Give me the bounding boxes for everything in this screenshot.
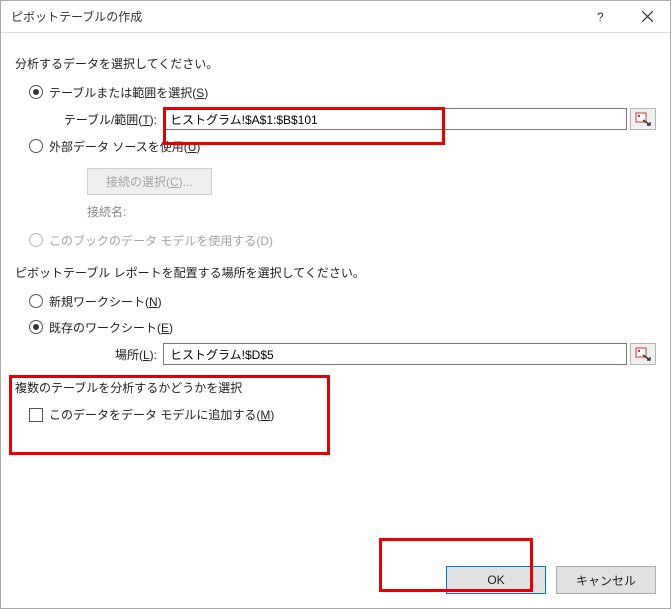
checkbox-add-to-model[interactable]: このデータをデータ モデルに追加する(M) xyxy=(29,406,656,423)
section-analyze-label: 分析するデータを選択してください。 xyxy=(15,55,656,72)
radio-datamodel-label: このブックのデータ モデルを使用する(D) xyxy=(49,232,273,249)
dialog-window: ピボットテーブルの作成 ? 分析するデータを選択してください。 テーブルまたは範… xyxy=(0,0,671,609)
radio-existing-ws-label: 既存のワークシート(E) xyxy=(49,319,173,336)
range-picker-button[interactable] xyxy=(630,108,656,130)
location-field-row: 場所(L): xyxy=(45,343,656,365)
table-range-field-row: テーブル/範囲(T): xyxy=(45,108,656,130)
table-range-label: テーブル/範囲(T): xyxy=(45,111,163,128)
location-input[interactable] xyxy=(163,343,627,365)
dialog-body: 分析するデータを選択してください。 テーブルまたは範囲を選択(S) テーブル/範… xyxy=(1,33,670,608)
radio-existing-worksheet[interactable]: 既存のワークシート(E) xyxy=(29,317,656,337)
checkbox-icon xyxy=(29,408,43,422)
radio-table-or-range[interactable]: テーブルまたは範囲を選択(S) xyxy=(29,82,656,102)
radio-external-source[interactable]: 外部データ ソースを使用(U) xyxy=(29,136,656,156)
radio-icon xyxy=(29,139,43,153)
help-button[interactable]: ? xyxy=(578,1,624,33)
radio-new-worksheet[interactable]: 新規ワークシート(N) xyxy=(29,291,656,311)
radio-icon xyxy=(29,294,43,308)
ok-button[interactable]: OK xyxy=(446,566,546,594)
location-label: 場所(L): xyxy=(45,346,163,363)
radio-icon xyxy=(29,320,43,334)
radio-icon xyxy=(29,85,43,99)
cancel-button[interactable]: キャンセル xyxy=(556,566,656,594)
radio-external-label: 外部データ ソースを使用(U) xyxy=(49,138,200,155)
section-multi-label: 複数のテーブルを分析するかどうかを選択 xyxy=(15,379,656,396)
window-title: ピボットテーブルの作成 xyxy=(1,8,578,25)
close-button[interactable] xyxy=(624,1,670,33)
radio-icon xyxy=(29,233,43,247)
checkbox-add-model-label: このデータをデータ モデルに追加する(M) xyxy=(49,406,274,423)
radio-table-range-label: テーブルまたは範囲を選択(S) xyxy=(49,84,208,101)
section-place-label: ピボットテーブル レポートを配置する場所を選択してください。 xyxy=(15,264,656,281)
choose-connection-button: 接続の選択(C)... xyxy=(87,168,212,195)
dialog-button-row: OK キャンセル xyxy=(446,566,656,594)
svg-text:?: ? xyxy=(597,11,604,23)
connection-name-label: 接続名: xyxy=(87,203,656,220)
titlebar: ピボットテーブルの作成 ? xyxy=(1,1,670,33)
radio-new-ws-label: 新規ワークシート(N) xyxy=(49,293,162,310)
close-icon xyxy=(642,11,653,22)
radio-use-data-model: このブックのデータ モデルを使用する(D) xyxy=(29,230,656,250)
range-picker-button[interactable] xyxy=(630,343,656,365)
table-range-input[interactable] xyxy=(163,108,627,130)
range-picker-icon xyxy=(635,347,651,361)
range-picker-icon xyxy=(635,112,651,126)
help-icon: ? xyxy=(595,11,607,23)
